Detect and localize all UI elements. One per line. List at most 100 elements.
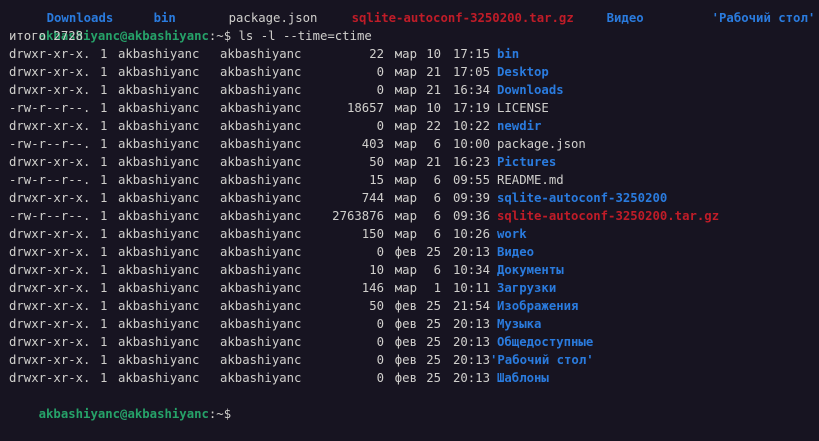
entry-group: akbashiyanc [220, 317, 302, 331]
entry-time: 09:39 [452, 191, 490, 205]
entry-perm: drwxr-xr-x. [9, 299, 91, 313]
entry-user: akbashiyanc [118, 335, 200, 349]
entry-links: 1 [100, 101, 108, 115]
entry-group: akbashiyanc [220, 335, 302, 349]
entry-size: 0 [376, 335, 384, 349]
listing-row: drwxr-xr-x. 1 akbashiyanc akbashiyanc 50 фев 2… [9, 297, 578, 315]
entry-time: 17:05 [452, 65, 490, 79]
entry-name: sqlite-autoconf-3250200.tar.gz [497, 209, 720, 223]
entry-perm: drwxr-xr-x. [9, 245, 91, 259]
entry-user: akbashiyanc [118, 227, 200, 241]
entry-size: 0 [376, 353, 384, 367]
entry-day: 10 [426, 47, 441, 61]
entry-time: 20:13 [452, 371, 490, 385]
entry-size: 0 [376, 245, 384, 259]
entry-day: 25 [426, 317, 441, 331]
entry-links: 1 [100, 119, 108, 133]
entry-links: 1 [100, 209, 108, 223]
entry-name: Изображения [497, 299, 579, 313]
entry-group: akbashiyanc [220, 245, 302, 259]
entry-time: 20:13 [452, 317, 490, 331]
entry-group: akbashiyanc [220, 209, 302, 223]
entry-time: 10:11 [452, 281, 490, 295]
entry-name: Общедоступные [497, 335, 594, 349]
entry-name: README.md [497, 173, 564, 187]
entry-day: 25 [426, 335, 441, 349]
entry-time: 10:22 [452, 119, 490, 133]
entry-month: фев [394, 353, 417, 367]
entry-month: мар [394, 137, 417, 151]
terminal-window[interactable]: Downloads bin package.json sqlite-autoconf-… [0, 0, 819, 421]
entry-perm: drwxr-xr-x. [9, 47, 91, 61]
listing-row: drwxr-xr-x. 1 akbashiyanc akbashiyanc 150 мар… [9, 225, 527, 243]
entry-name: bin [497, 47, 520, 61]
command-line: akbashiyanc@akbashiyanc:~$ ls -l --time=… [9, 9, 372, 43]
entry-size: 403 [361, 137, 384, 151]
entry-name: Музыка [497, 317, 542, 331]
entry-size: 150 [361, 227, 384, 241]
top-item-rabochiy-stol: 'Рабочий стол' [711, 11, 816, 25]
entry-links: 1 [100, 155, 108, 169]
entry-user: akbashiyanc [118, 173, 200, 187]
listing-row: drwxr-xr-x. 1 akbashiyanc akbashiyanc 0 мар 21… [9, 81, 564, 99]
entry-user: akbashiyanc [118, 353, 200, 367]
entry-day: 6 [433, 137, 441, 151]
entry-name: Документы [497, 263, 564, 277]
entry-time: 17:19 [452, 101, 490, 115]
entry-links: 1 [100, 353, 108, 367]
entry-time: 20:13 [452, 245, 490, 259]
entry-month: мар [394, 155, 417, 169]
entry-perm: drwxr-xr-x. [9, 335, 91, 349]
entry-size: 744 [361, 191, 384, 205]
listing-row: drwxr-xr-x. 1 akbashiyanc akbashiyanc 0 мар 21… [9, 63, 549, 81]
entry-time: 20:13 [452, 353, 490, 367]
entry-user: akbashiyanc [118, 317, 200, 331]
entry-perm: drwxr-xr-x. [9, 371, 91, 385]
entry-size: 50 [369, 299, 384, 313]
entry-name: newdir [497, 119, 542, 133]
entry-day: 6 [433, 173, 441, 187]
entry-group: akbashiyanc [220, 191, 302, 205]
entry-month: мар [394, 263, 417, 277]
entry-day: 6 [433, 209, 441, 223]
entry-perm: -rw-r--r--. [9, 209, 91, 223]
entry-perm: drwxr-xr-x. [9, 227, 91, 241]
entry-name: Шаблоны [497, 371, 549, 385]
entry-size: 0 [376, 371, 384, 385]
total-line: итого 2728 [9, 29, 84, 43]
entry-name: Desktop [497, 65, 549, 79]
listing-row: drwxr-xr-x. 1 akbashiyanc akbashiyanc 0 фев 25… [9, 351, 594, 369]
entry-user: akbashiyanc [118, 83, 200, 97]
listing-row: drwxr-xr-x. 1 akbashiyanc akbashiyanc 0 фев 25… [9, 243, 534, 261]
entry-size: 0 [376, 65, 384, 79]
entry-user: akbashiyanc [118, 263, 200, 277]
entry-size: 0 [376, 83, 384, 97]
entry-name: Pictures [497, 155, 557, 169]
entry-month: мар [394, 47, 417, 61]
entry-day: 25 [426, 299, 441, 313]
entry-links: 1 [100, 317, 108, 331]
entry-perm: drwxr-xr-x. [9, 263, 91, 277]
entry-day: 25 [426, 353, 441, 367]
entry-month: мар [394, 65, 417, 79]
entry-name: Загрузки [497, 281, 557, 295]
entry-group: akbashiyanc [220, 83, 302, 97]
entry-time: 20:13 [452, 335, 490, 349]
entry-size: 18657 [346, 101, 384, 115]
entry-user: akbashiyanc [118, 209, 200, 223]
entry-group: akbashiyanc [220, 227, 302, 241]
listing-row: drwxr-xr-x. 1 akbashiyanc akbashiyanc 146 мар… [9, 279, 556, 297]
entry-group: akbashiyanc [220, 299, 302, 313]
entry-time: 10:00 [452, 137, 490, 151]
entry-size: 22 [369, 47, 384, 61]
entry-time: 16:34 [452, 83, 490, 97]
entry-links: 1 [100, 281, 108, 295]
entry-user: akbashiyanc [118, 191, 200, 205]
entry-day: 6 [433, 263, 441, 277]
entry-group: akbashiyanc [220, 65, 302, 79]
entry-user: akbashiyanc [118, 245, 200, 259]
entry-size: 0 [376, 317, 384, 331]
entry-day: 25 [426, 245, 441, 259]
entry-size: 0 [376, 119, 384, 133]
entry-user: akbashiyanc [118, 299, 200, 313]
